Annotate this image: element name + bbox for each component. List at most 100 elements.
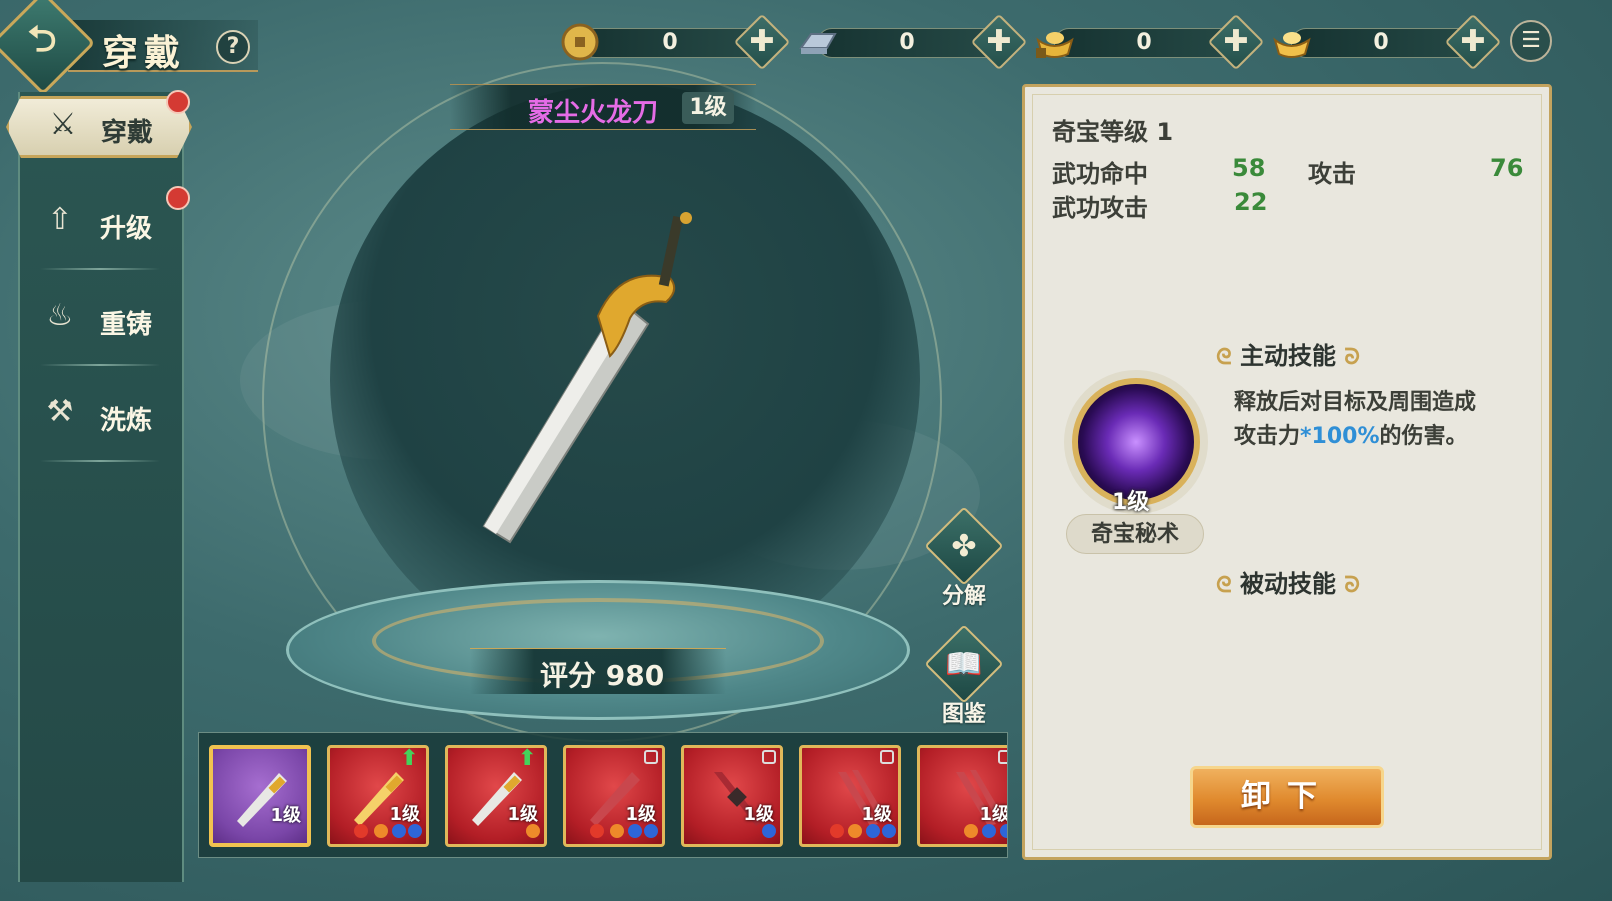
sidebar-item-equip[interactable]: ⚔ 穿戴 [6, 96, 192, 158]
gold-ingot-locked-icon [1036, 32, 1074, 58]
inventory-card[interactable]: 1级 [563, 745, 665, 847]
item-name: 蒙尘火龙刀 [528, 98, 659, 128]
decompose-button[interactable]: ✤ 分解 [924, 506, 1004, 612]
sidebar-item-label: 升级 [100, 214, 153, 244]
menu-list-icon[interactable]: ☰ [1510, 20, 1552, 62]
gem-icon [628, 824, 642, 838]
sidebar-item-label: 重铸 [100, 310, 153, 340]
gem-icon [866, 824, 880, 838]
plus-icon[interactable]: ✚ [1216, 22, 1256, 62]
card-level: 1级 [979, 804, 1008, 825]
notification-badge [166, 90, 190, 114]
plus-icon[interactable]: ✚ [1453, 22, 1493, 62]
upgrade-arrow-icon: ⇧ [47, 202, 73, 237]
crossed-swords-icon: ⚔ [49, 107, 77, 142]
anvil-icon: ⚒ [46, 394, 74, 429]
inventory-card[interactable]: 1级 [799, 745, 901, 847]
divider [40, 268, 160, 270]
skill-level: 1级 [1112, 490, 1150, 515]
plus-icon[interactable]: ✚ [979, 22, 1019, 62]
gem-icon [610, 824, 624, 838]
currency-copper: 0 ✚ [560, 13, 791, 71]
copper-coin-icon [561, 23, 599, 61]
skill-desc-pre: 攻击力 [1234, 424, 1301, 449]
stat-name: 武功攻击 [1052, 194, 1148, 222]
card-level: 1级 [861, 804, 892, 825]
gem-icon [354, 824, 368, 838]
gem-icon [590, 824, 604, 838]
gem-icon [762, 824, 776, 838]
upgrade-arrow-icon: ⬆ [400, 746, 419, 771]
stat-value: 22 [1234, 188, 1268, 216]
stat-name: 武功命中 [1052, 160, 1148, 188]
codex-label: 图鉴 [941, 702, 986, 727]
treasure-level: 奇宝等级 1 [1052, 118, 1174, 146]
gem-icon [374, 824, 388, 838]
gem-icon [964, 824, 978, 838]
stat-value: 76 [1490, 154, 1524, 182]
skill-desc-line2: 攻击力*100%的伤害。 [1234, 420, 1524, 454]
gem-icon [848, 824, 862, 838]
sidebar-item-recast[interactable]: ♨ 重铸 [20, 290, 164, 350]
passive-skill-title: 被动技能 [1240, 570, 1336, 598]
item-score: 评分 980 [540, 659, 665, 692]
divider [40, 364, 160, 366]
stat-name: 攻击 [1308, 160, 1356, 188]
inventory-card[interactable]: ⬆ 1级 [327, 745, 429, 847]
gem-icon [1000, 824, 1007, 838]
sidebar-item-upgrade[interactable]: ⇧ 升级 [20, 194, 164, 254]
sidebar-item-label: 洗炼 [100, 406, 153, 436]
lock-icon [762, 750, 776, 764]
skill-name: 奇宝秘术 [1066, 514, 1204, 554]
currency-value: 0 [899, 30, 915, 55]
back-arrow-icon[interactable]: ⮌ [20, 18, 64, 62]
inventory-card[interactable]: ⬆ 1级 [445, 745, 547, 847]
gem-icon [982, 824, 996, 838]
skill-desc-highlight: *100% [1300, 424, 1380, 449]
gem-icon [882, 824, 896, 838]
plus-icon[interactable]: ✚ [742, 22, 782, 62]
currency-value: 0 [1136, 30, 1152, 55]
sidebar-item-refine[interactable]: ⚒ 洗炼 [20, 386, 164, 446]
card-level: 1级 [743, 804, 774, 825]
gem-icon [392, 824, 406, 838]
lock-icon [644, 750, 658, 764]
skill-desc-post: 的伤害。 [1379, 424, 1468, 449]
gem-icon [644, 824, 658, 838]
currency-gold: 0 ✚ [1271, 13, 1502, 71]
currency-silver: 0 ✚ [797, 13, 1028, 71]
help-button[interactable]: ? [216, 30, 250, 64]
item-level-badge: 1级 [682, 92, 734, 124]
upgrade-arrow-icon: ⬆ [518, 746, 537, 771]
inventory-card[interactable]: 1级 [681, 745, 783, 847]
inventory-card[interactable]: 1级 [209, 745, 311, 847]
card-level: 1级 [507, 804, 538, 825]
gem-icon [408, 824, 422, 838]
gold-ingot-icon [1273, 32, 1311, 58]
book-icon: 📖 [945, 647, 983, 682]
flame-icon: ♨ [46, 298, 74, 333]
gem-icon [830, 824, 844, 838]
lock-icon [880, 750, 894, 764]
inventory-strip: 1级 ⬆ 1级 ⬆ 1级 1级 1级 1级 1级 [198, 732, 1008, 858]
active-skill-header: ᘓ 主动技能 ᘐ [1196, 336, 1380, 372]
gem-icon [526, 824, 540, 838]
unequip-button[interactable]: 卸下 [1190, 766, 1384, 828]
card-level: 1级 [270, 805, 301, 826]
decompose-icon: ✤ [951, 529, 977, 564]
card-level: 1级 [625, 804, 656, 825]
notification-badge [166, 186, 190, 210]
ornament-icon: ᘐ [1344, 345, 1360, 370]
inventory-card[interactable]: 1级 [917, 745, 1008, 847]
codex-button[interactable]: 📖 图鉴 [924, 624, 1004, 730]
card-level: 1级 [389, 804, 420, 825]
decompose-label: 分解 [941, 584, 986, 609]
lock-icon [998, 750, 1007, 764]
ornament-icon: ᘐ [1344, 573, 1360, 598]
currency-value: 0 [1373, 30, 1389, 55]
silver-ingot-icon [799, 33, 837, 54]
stat-value: 58 [1232, 154, 1266, 182]
sidebar-item-label: 穿戴 [101, 118, 154, 148]
page-title: 穿戴 [102, 33, 187, 74]
currency-value: 0 [662, 30, 678, 55]
